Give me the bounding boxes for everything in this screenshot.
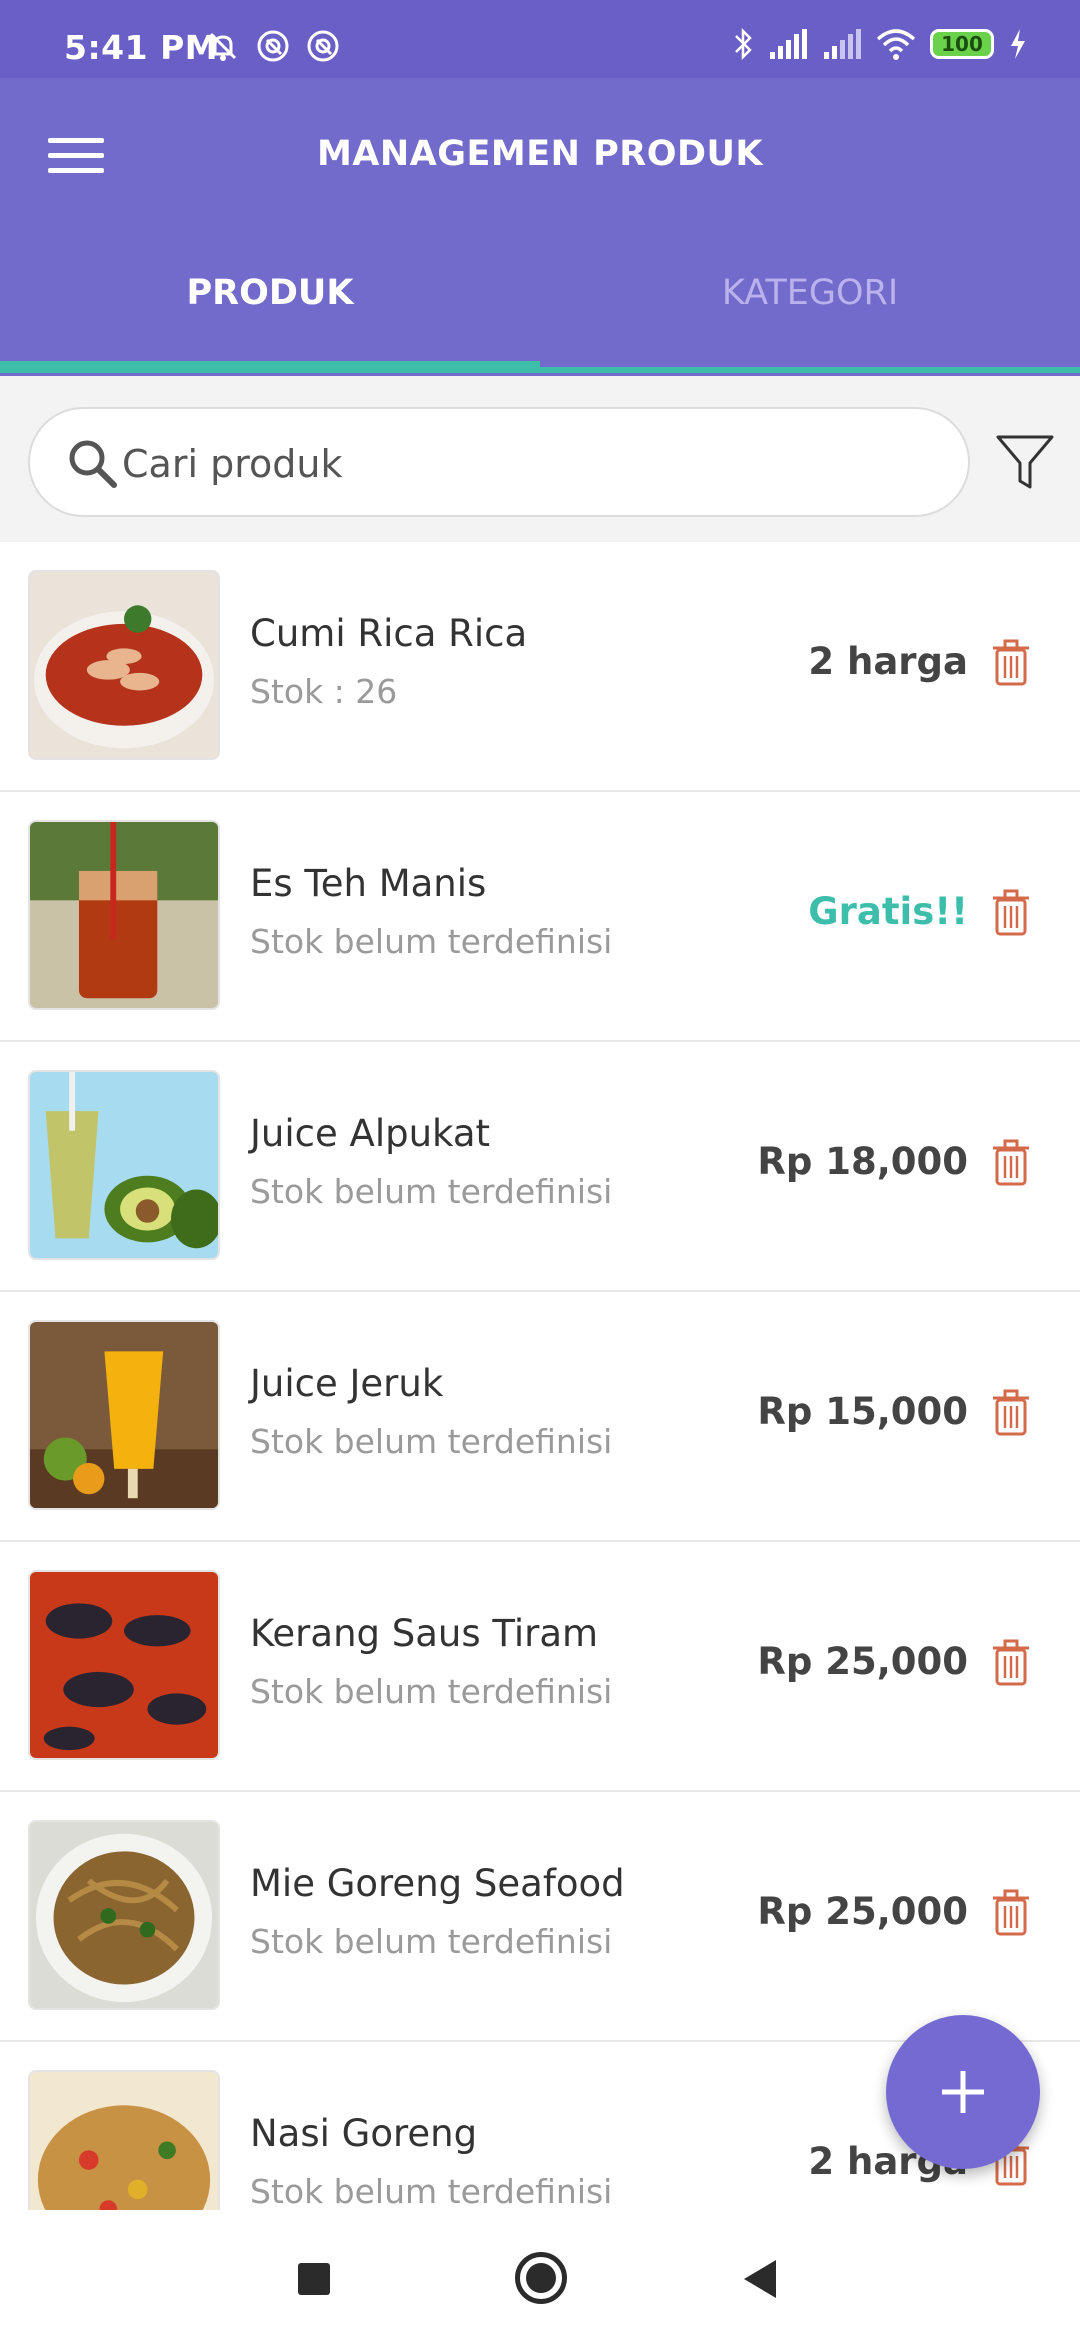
trash-icon[interactable] xyxy=(992,1138,1030,1188)
home-icon[interactable] xyxy=(515,2252,567,2304)
filter-icon[interactable] xyxy=(994,431,1056,493)
notifications-off-icon xyxy=(209,32,237,61)
product-row[interactable]: Juice Jeruk Stok belum terdefinisi Rp 15… xyxy=(0,1292,1080,1542)
product-stock: Stok belum terdefinisi xyxy=(250,1172,613,1211)
product-image xyxy=(28,1820,220,2010)
back-icon[interactable] xyxy=(744,2260,776,2298)
product-name: Mie Goreng Seafood xyxy=(250,1862,625,1905)
battery-icon: 100 xyxy=(930,29,994,59)
product-stock: Stok : 26 xyxy=(250,672,398,711)
product-row[interactable]: Cumi Rica Rica Stok : 26 2 harga xyxy=(0,542,1080,792)
search-bar-area xyxy=(0,376,1080,542)
app-bar: MANAGEMEN PRODUK PRODUK KATEGORI xyxy=(0,78,1080,376)
product-row[interactable]: Kerang Saus Tiram Stok belum terdefinisi… xyxy=(0,1542,1080,1792)
product-name: Nasi Goreng xyxy=(250,2112,478,2155)
tab-divider xyxy=(540,367,1080,373)
charging-icon xyxy=(1011,29,1025,59)
product-row[interactable]: Juice Alpukat Stok belum terdefinisi Rp … xyxy=(0,1042,1080,1292)
battery-level: 100 xyxy=(941,32,983,56)
product-list: Cumi Rica Rica Stok : 26 2 harga Es Teh … xyxy=(0,542,1080,2210)
product-image xyxy=(28,2070,220,2210)
product-price: Rp 15,000 xyxy=(757,1390,968,1433)
trash-icon[interactable] xyxy=(992,1888,1030,1938)
bluetooth-icon xyxy=(735,27,752,61)
status-time: 5:41 PM xyxy=(64,28,219,67)
wifi-icon xyxy=(876,29,916,60)
product-price: Rp 25,000 xyxy=(757,1890,968,1933)
product-name: Es Teh Manis xyxy=(250,862,487,905)
search-icon xyxy=(69,440,117,488)
product-row[interactable]: Es Teh Manis Stok belum terdefinisi Grat… xyxy=(0,792,1080,1042)
search-input[interactable] xyxy=(122,437,922,491)
tab-kategori[interactable]: KATEGORI xyxy=(540,273,1080,339)
trash-icon[interactable] xyxy=(992,1388,1030,1438)
product-stock: Stok belum terdefinisi xyxy=(250,1672,613,1711)
status-notification-icons xyxy=(205,28,341,64)
product-stock: Stok belum terdefinisi xyxy=(250,1922,613,1961)
trash-icon[interactable] xyxy=(992,1638,1030,1688)
product-stock: Stok belum terdefinisi xyxy=(250,922,613,961)
recent-apps-icon[interactable] xyxy=(298,2263,330,2295)
tab-indicator xyxy=(0,361,540,373)
search-box[interactable] xyxy=(28,407,970,517)
product-name: Cumi Rica Rica xyxy=(250,612,528,655)
product-image xyxy=(28,1070,220,1260)
product-name: Kerang Saus Tiram xyxy=(250,1612,599,1655)
trash-icon[interactable] xyxy=(992,888,1030,938)
product-image xyxy=(28,820,220,1010)
product-stock: Stok belum terdefinisi xyxy=(250,2172,613,2210)
product-name: Juice Alpukat xyxy=(250,1112,490,1155)
at-sign-icon xyxy=(307,30,339,62)
product-image xyxy=(28,1320,220,1510)
signal-icon xyxy=(824,29,861,59)
product-stock: Stok belum terdefinisi xyxy=(250,1422,613,1461)
tab-produk[interactable]: PRODUK xyxy=(0,273,540,339)
product-name: Juice Jeruk xyxy=(250,1362,444,1405)
system-navigation-bar xyxy=(0,2210,1080,2340)
product-image xyxy=(28,1570,220,1760)
product-price: 2 harga xyxy=(808,640,968,683)
trash-icon[interactable] xyxy=(992,638,1030,688)
product-price: Gratis!! xyxy=(808,890,968,933)
plus-icon xyxy=(942,2071,984,2113)
product-price: Rp 18,000 xyxy=(757,1140,968,1183)
at-sign-icon xyxy=(257,30,289,62)
status-system-icons: 100 xyxy=(732,26,1028,62)
status-bar: 5:41 PM 100 xyxy=(0,0,1080,78)
product-price: Rp 25,000 xyxy=(757,1640,968,1683)
add-product-button[interactable] xyxy=(886,2015,1040,2169)
product-image xyxy=(28,570,220,760)
page-title: MANAGEMEN PRODUK xyxy=(316,134,764,174)
product-row[interactable]: Mie Goreng Seafood Stok belum terdefinis… xyxy=(0,1792,1080,2042)
signal-icon xyxy=(770,29,807,59)
